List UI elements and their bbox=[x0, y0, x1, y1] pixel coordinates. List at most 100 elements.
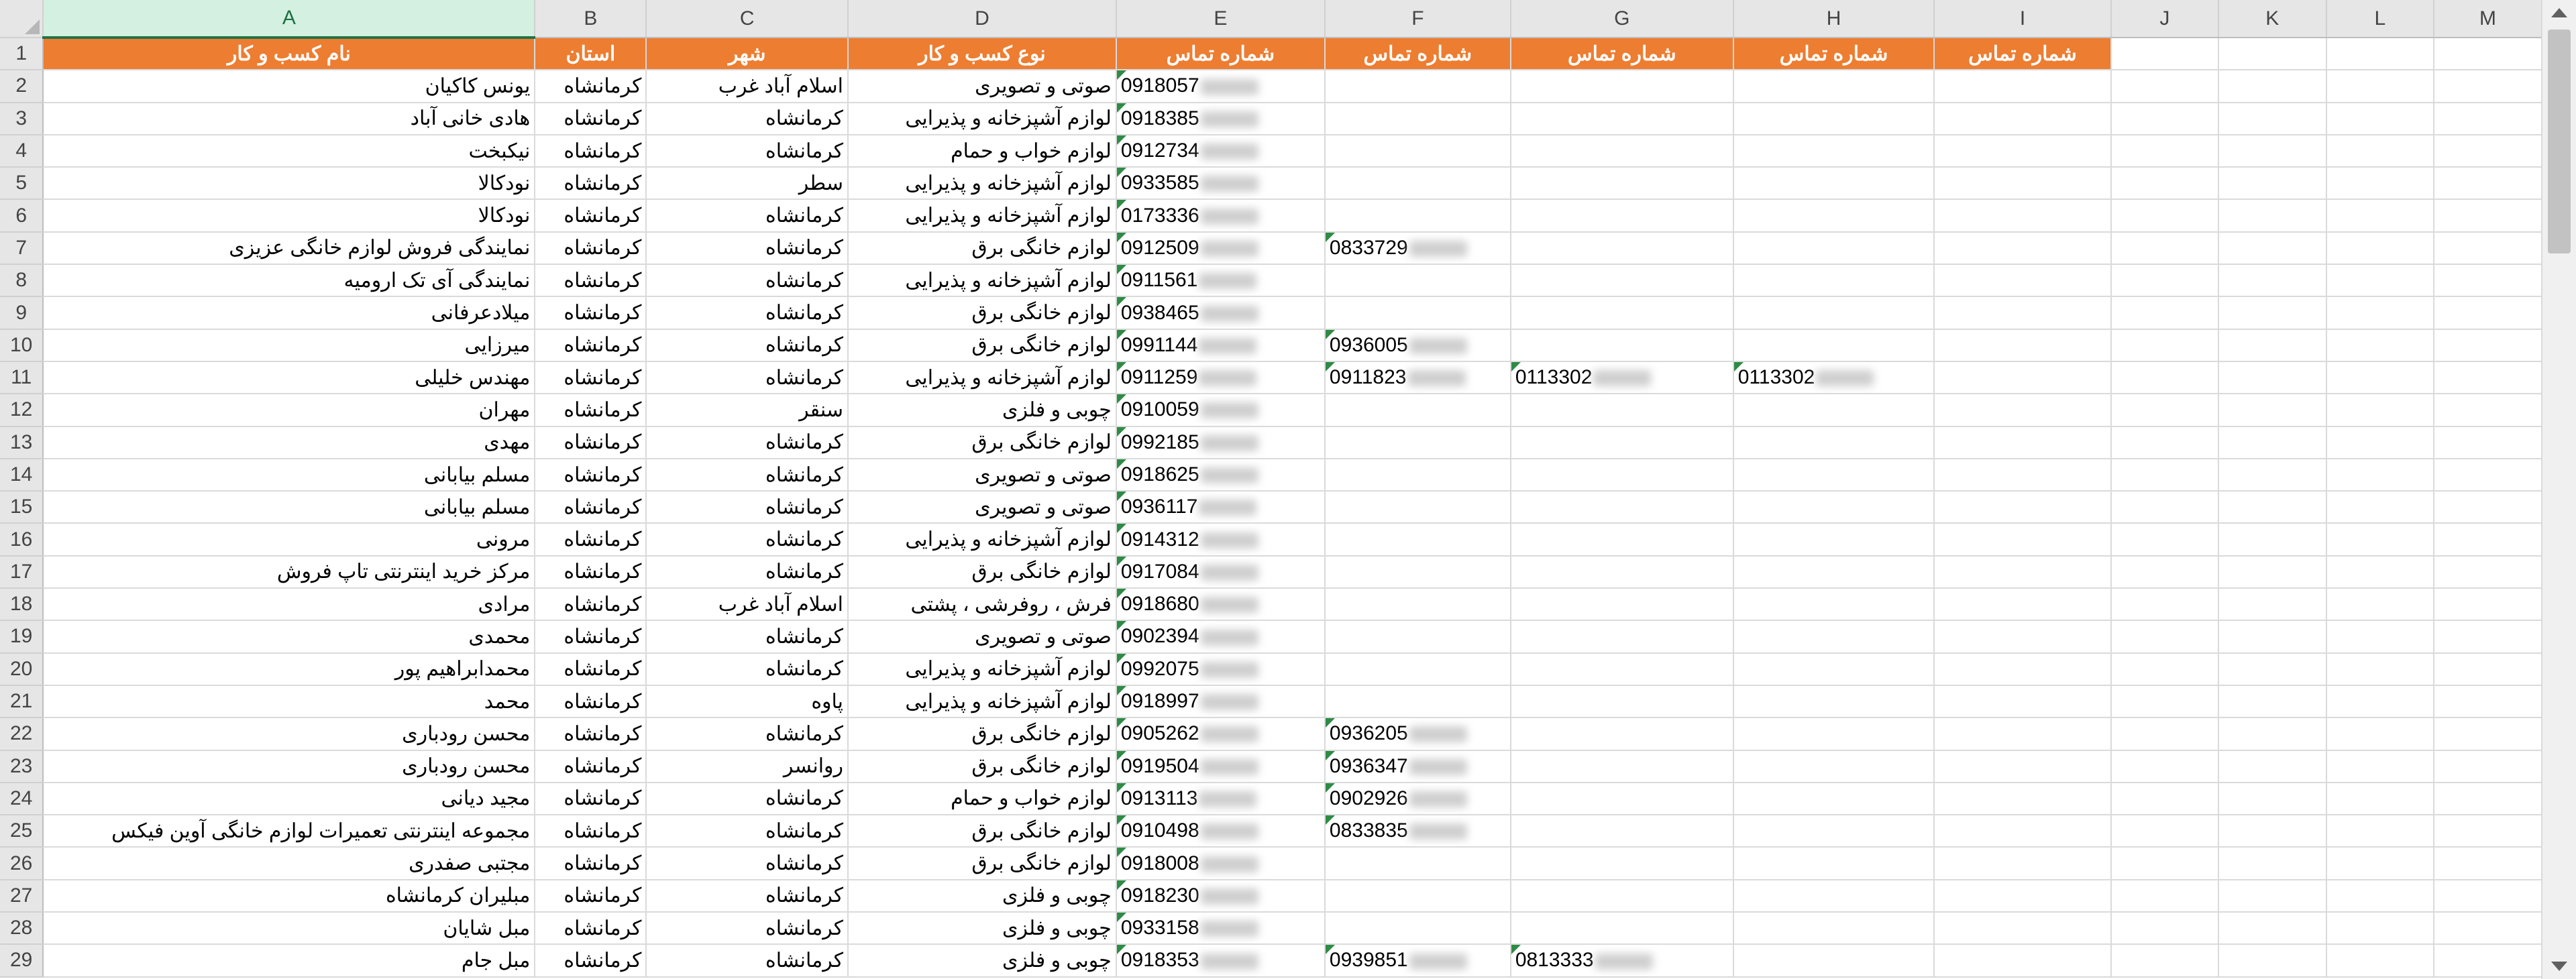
cell-province[interactable]: کرمانشاه bbox=[535, 394, 647, 427]
scroll-up-icon[interactable] bbox=[2551, 8, 2567, 17]
scrollbar-thumb[interactable] bbox=[2548, 30, 2571, 253]
cell-province[interactable]: کرمانشاه bbox=[535, 426, 647, 459]
row-header[interactable]: 8 bbox=[0, 264, 44, 298]
cell-name[interactable]: مبل شایان bbox=[43, 912, 536, 945]
header-cell[interactable]: شماره تماس bbox=[1934, 38, 2112, 71]
cell-type[interactable]: لوازم خانگی برق bbox=[848, 555, 1117, 589]
cell-h[interactable]: 0113302 bbox=[1733, 361, 1935, 395]
cell-e[interactable]: 0992185 bbox=[1116, 426, 1326, 459]
cell-type[interactable]: فرش ، روفرشی ، پشتی bbox=[848, 588, 1117, 622]
cell-type[interactable]: لوازم خواب و حمام bbox=[848, 134, 1117, 168]
empty-cell[interactable] bbox=[1934, 134, 2112, 168]
empty-cell[interactable] bbox=[2218, 394, 2327, 427]
empty-cell[interactable] bbox=[1934, 231, 2112, 266]
row-header[interactable]: 23 bbox=[0, 750, 44, 783]
row-header[interactable]: 7 bbox=[0, 231, 44, 266]
header-cell[interactable] bbox=[2326, 38, 2435, 71]
empty-cell[interactable] bbox=[2110, 523, 2219, 557]
empty-cell[interactable] bbox=[1934, 361, 2112, 395]
cell-f[interactable]: 0833835 bbox=[1324, 815, 1511, 848]
empty-cell[interactable] bbox=[2110, 458, 2219, 492]
empty-cell[interactable] bbox=[2434, 717, 2542, 751]
cell-name[interactable]: مهران bbox=[43, 394, 536, 427]
column-header-b[interactable]: B bbox=[535, 0, 647, 38]
empty-cell[interactable] bbox=[2326, 458, 2435, 492]
cell-e[interactable]: 0918997 bbox=[1116, 685, 1326, 719]
cell-province[interactable]: کرمانشاه bbox=[535, 847, 647, 880]
empty-cell[interactable] bbox=[1934, 620, 2112, 654]
empty-cell[interactable] bbox=[1934, 523, 2112, 557]
cell-h[interactable] bbox=[1733, 847, 1935, 880]
empty-cell[interactable] bbox=[2110, 879, 2219, 913]
header-cell[interactable] bbox=[2434, 38, 2542, 71]
cell-city[interactable]: کرمانشاه bbox=[646, 523, 849, 557]
empty-cell[interactable] bbox=[1934, 912, 2112, 945]
empty-cell[interactable] bbox=[2434, 555, 2542, 589]
empty-cell[interactable] bbox=[2434, 944, 2542, 978]
empty-cell[interactable] bbox=[2434, 134, 2542, 168]
empty-cell[interactable] bbox=[1934, 458, 2112, 492]
cell-g[interactable]: 0813333 bbox=[1510, 944, 1734, 978]
empty-cell[interactable] bbox=[1934, 102, 2112, 135]
cell-city[interactable]: کرمانشاه bbox=[646, 944, 849, 978]
cell-city[interactable]: کرمانشاه bbox=[646, 361, 849, 395]
header-cell[interactable] bbox=[2110, 38, 2219, 71]
cell-city[interactable]: کرمانشاه bbox=[646, 458, 849, 492]
empty-cell[interactable] bbox=[2110, 588, 2219, 622]
cell-city[interactable]: کرمانشاه bbox=[646, 620, 849, 654]
empty-cell[interactable] bbox=[2218, 523, 2327, 557]
cell-g[interactable] bbox=[1510, 879, 1734, 913]
cell-f[interactable]: 0833729 bbox=[1324, 231, 1511, 266]
cell-h[interactable] bbox=[1733, 264, 1935, 298]
cell-province[interactable]: کرمانشاه bbox=[535, 912, 647, 945]
cell-name[interactable]: هادی خانی آباد bbox=[43, 102, 536, 135]
row-header[interactable]: 15 bbox=[0, 491, 44, 524]
cell-province[interactable]: کرمانشاه bbox=[535, 491, 647, 524]
cell-type[interactable]: صوتی و تصویری bbox=[848, 70, 1117, 103]
cell-name[interactable]: مجتبی صفدری bbox=[43, 847, 536, 880]
cell-e[interactable]: 0917084 bbox=[1116, 555, 1326, 589]
empty-cell[interactable] bbox=[2110, 167, 2219, 200]
cell-name[interactable]: مهدی bbox=[43, 426, 536, 459]
empty-cell[interactable] bbox=[2218, 652, 2327, 686]
cell-g[interactable] bbox=[1510, 750, 1734, 783]
empty-cell[interactable] bbox=[1934, 296, 2112, 330]
cell-type[interactable]: لوازم آشپزخانه و پذیرایی bbox=[848, 199, 1117, 233]
column-header-c[interactable]: C bbox=[646, 0, 849, 38]
cell-g[interactable] bbox=[1510, 199, 1734, 233]
column-header-m[interactable]: M bbox=[2434, 0, 2542, 38]
cell-g[interactable] bbox=[1510, 912, 1734, 945]
cell-province[interactable]: کرمانشاه bbox=[535, 329, 647, 362]
cell-name[interactable]: نودکالا bbox=[43, 167, 536, 200]
header-cell[interactable]: نام کسب و کار bbox=[43, 38, 536, 71]
cell-g[interactable] bbox=[1510, 329, 1734, 362]
cell-type[interactable]: لوازم خانگی برق bbox=[848, 296, 1117, 330]
cell-e[interactable]: 0991144 bbox=[1116, 329, 1326, 362]
cell-city[interactable]: سنقر bbox=[646, 394, 849, 427]
empty-cell[interactable] bbox=[1934, 847, 2112, 880]
header-cell[interactable]: نوع کسب و کار bbox=[848, 38, 1117, 71]
empty-cell[interactable] bbox=[2110, 620, 2219, 654]
empty-cell[interactable] bbox=[2110, 717, 2219, 751]
cell-type[interactable]: لوازم آشپزخانه و پذیرایی bbox=[848, 523, 1117, 557]
cell-name[interactable]: مرادی bbox=[43, 588, 536, 622]
cell-f[interactable] bbox=[1324, 912, 1511, 945]
cell-e[interactable]: 0918385 bbox=[1116, 102, 1326, 135]
row-header[interactable]: 22 bbox=[0, 717, 44, 751]
cell-province[interactable]: کرمانشاه bbox=[535, 361, 647, 395]
empty-cell[interactable] bbox=[2218, 329, 2327, 362]
empty-cell[interactable] bbox=[2434, 750, 2542, 783]
cell-type[interactable]: صوتی و تصویری bbox=[848, 491, 1117, 524]
cell-g[interactable] bbox=[1510, 588, 1734, 622]
cell-h[interactable] bbox=[1733, 70, 1935, 103]
cell-g[interactable] bbox=[1510, 815, 1734, 848]
empty-cell[interactable] bbox=[2110, 70, 2219, 103]
cell-h[interactable] bbox=[1733, 620, 1935, 654]
empty-cell[interactable] bbox=[1934, 167, 2112, 200]
cell-h[interactable] bbox=[1733, 458, 1935, 492]
cell-e[interactable]: 0918230 bbox=[1116, 879, 1326, 913]
cell-province[interactable]: کرمانشاه bbox=[535, 879, 647, 913]
empty-cell[interactable] bbox=[1934, 394, 2112, 427]
cell-province[interactable]: کرمانشاه bbox=[535, 231, 647, 266]
cell-e[interactable]: 0918680 bbox=[1116, 588, 1326, 622]
